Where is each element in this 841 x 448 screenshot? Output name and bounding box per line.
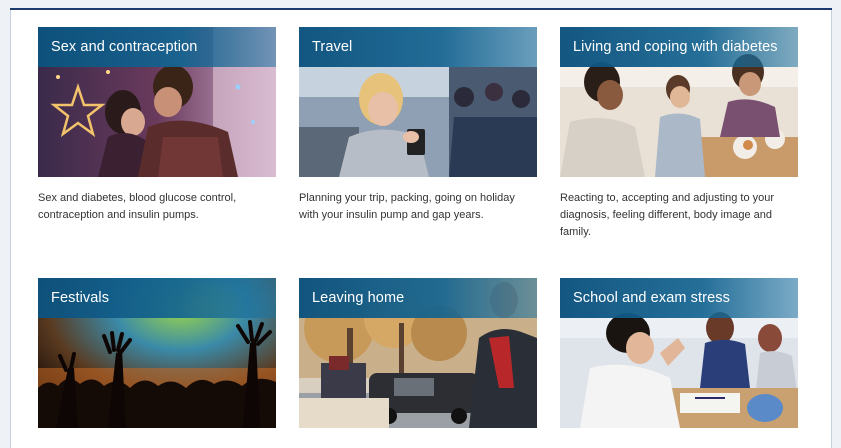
card-title: Sex and contraception [51,39,198,55]
card-image[interactable]: Travel [299,27,537,177]
card-image[interactable]: Living and coping with diabetes [560,27,798,177]
card-title-bar: Living and coping with diabetes [560,27,798,67]
topic-card-sex-and-contraception[interactable]: Sex and contraception Sex and diabetes, … [38,27,276,224]
card-title-bar: Leaving home [299,278,537,318]
card-description: Planning your trip, packing, going on ho… [299,192,515,221]
card-title: Festivals [51,290,110,306]
card-image[interactable]: Sex and contraception [38,27,276,177]
card-title: Travel [312,39,353,55]
card-title-bar: School and exam stress [560,278,798,318]
card-image[interactable]: School and exam stress [560,278,798,428]
topic-card-festivals[interactable]: Festivals [38,278,276,441]
card-title-bar: Travel [299,27,537,67]
card-image[interactable]: Festivals [38,278,276,428]
topic-card-travel[interactable]: Travel Planning your trip, packing, goin… [299,27,537,224]
card-title-bar: Festivals [38,278,276,318]
topic-card-living-and-coping[interactable]: Living and coping with diabetes Reacting… [560,27,798,241]
panel-top-border [10,8,832,10]
topic-card-leaving-home[interactable]: Leaving home [299,278,537,441]
topic-card-school-and-exam-stress[interactable]: School and exam stress [560,278,798,441]
card-title-bar: Sex and contraception [38,27,276,67]
card-title: School and exam stress [573,290,730,306]
card-title: Living and coping with diabetes [573,39,778,55]
card-title: Leaving home [312,290,405,306]
card-image[interactable]: Leaving home [299,278,537,428]
card-description: Sex and diabetes, blood glucose control,… [38,192,237,221]
card-description: Reacting to, accepting and adjusting to … [560,192,775,238]
